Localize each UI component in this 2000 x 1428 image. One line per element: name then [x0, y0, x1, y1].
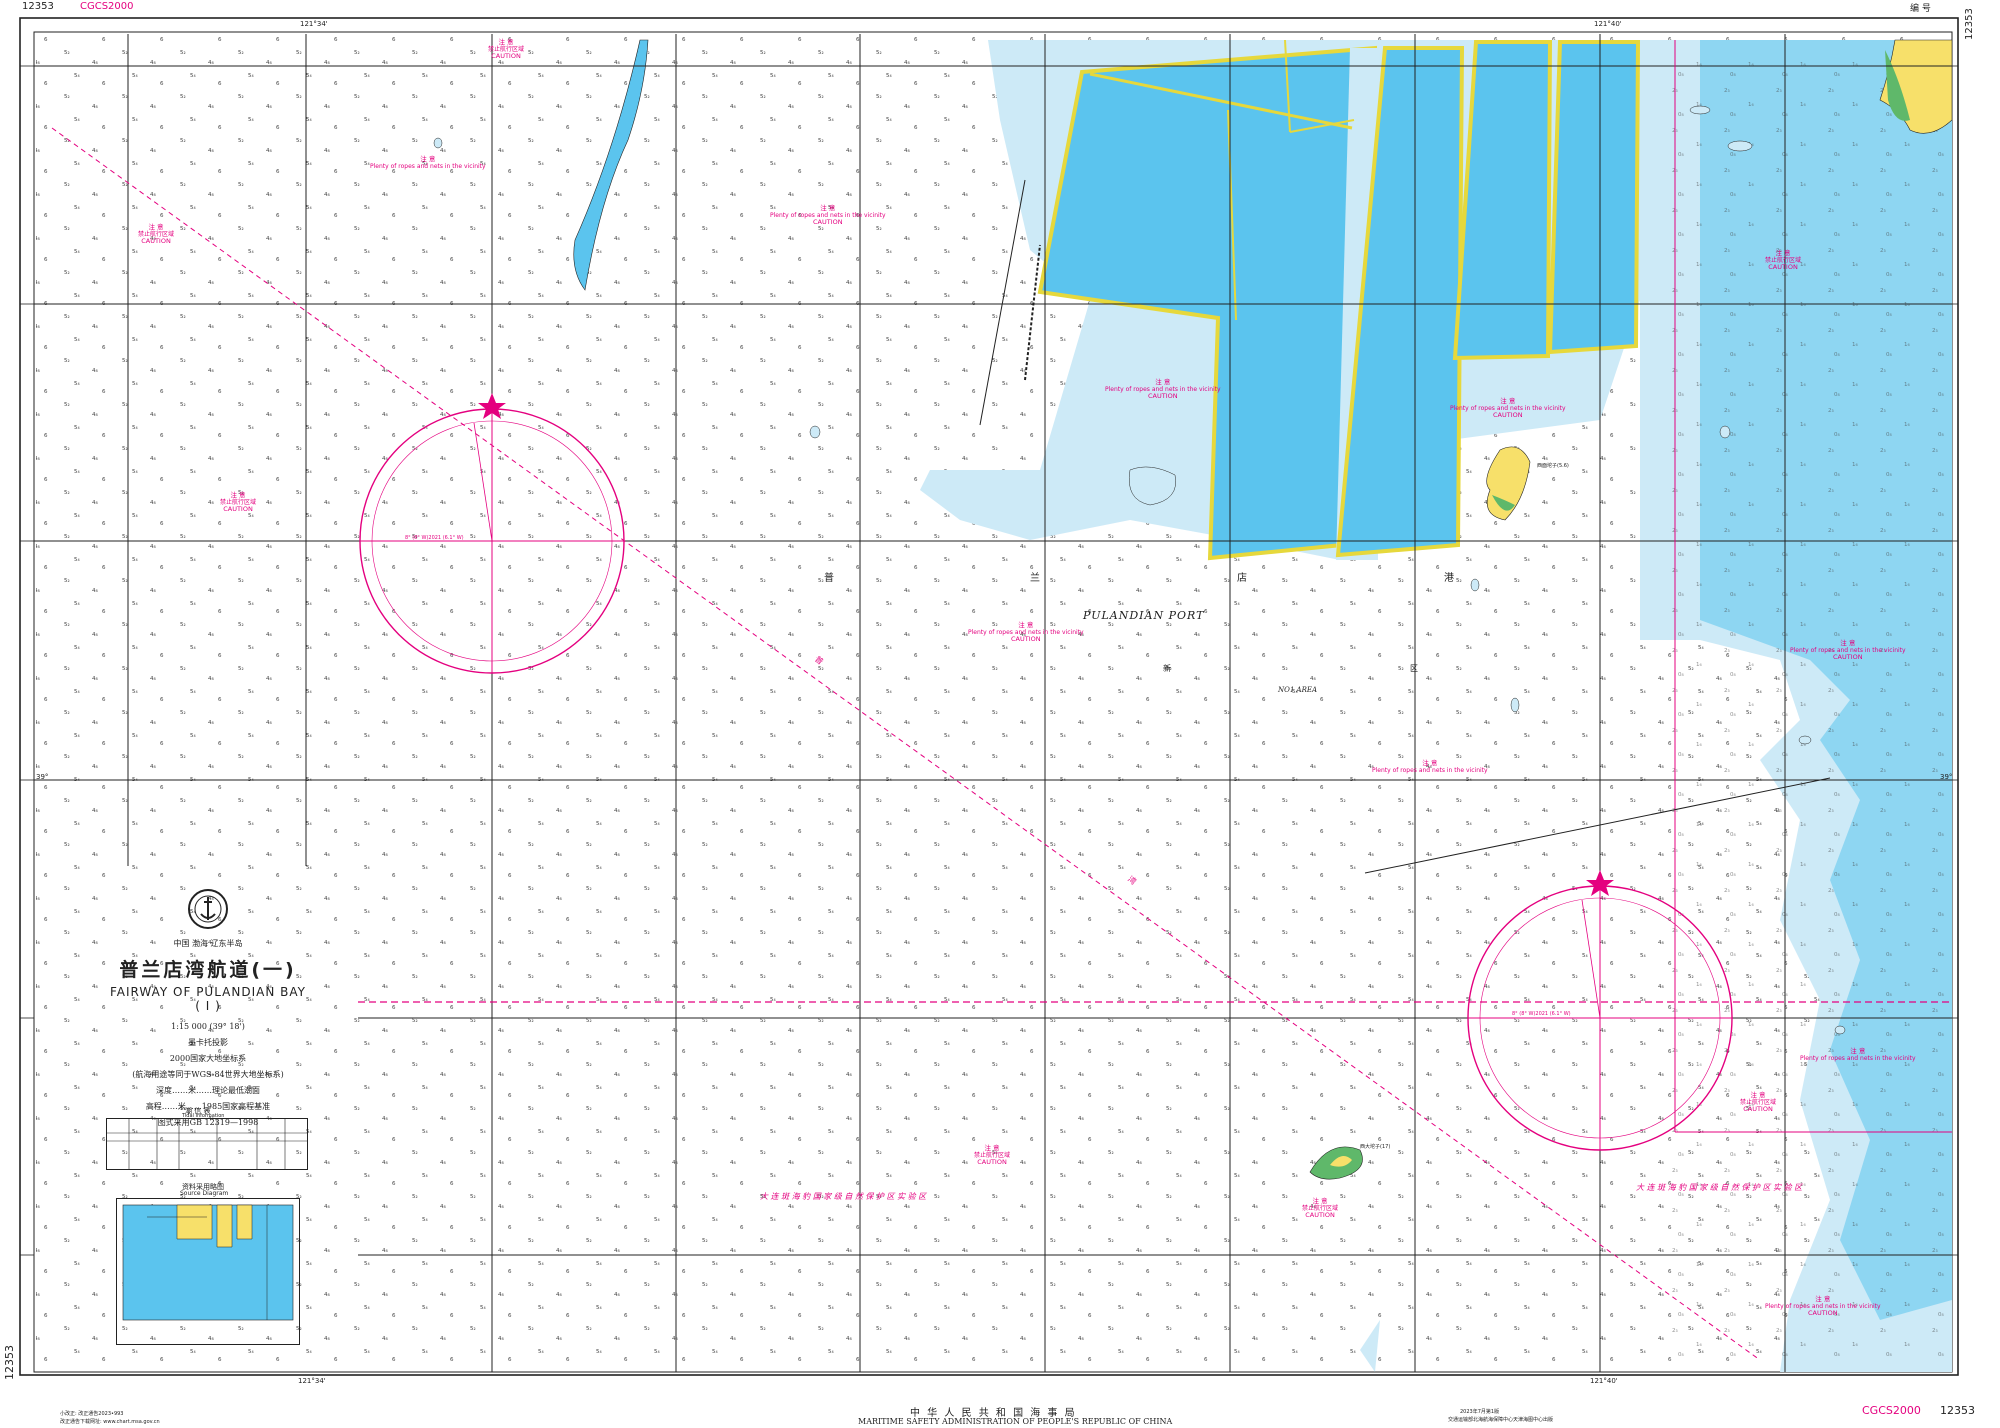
lon-label-right-bottom: 121°40' [1590, 1377, 1618, 1385]
caution-note-8: 注 意禁止航行区域 CAUTION [1765, 249, 1802, 271]
area-label-cn-1: 新 [1163, 664, 1171, 673]
lat-label-left: 39° [36, 773, 49, 781]
caution-note-11: 注 意 Plenty of ropes and nets in the vicin… [1790, 639, 1906, 661]
caution-note-16: 注 意 Plenty of ropes and nets in the vicin… [1765, 1295, 1881, 1317]
chart-number-bottom: 12353 [1940, 1404, 1975, 1417]
port-label-cn-4: 港 [1444, 573, 1454, 584]
title-depth: 深度……米……理论最低潮面 [156, 1086, 260, 1095]
serial-label: 编 号 [1910, 4, 1931, 14]
footer-note-left-2: 改正通告下载网址: www.chart.msa.gov.cn [60, 1419, 160, 1425]
lon-label-left: 121°34' [300, 20, 328, 28]
reserve-label-right: 大 连 斑 海 豹 国 家 级 自 然 保 护 区 实 验 区 [1636, 1183, 1803, 1192]
caution-note-12: 注 意禁止航行区域 CAUTION [974, 1144, 1011, 1166]
lon-label-right: 121°40' [1594, 20, 1622, 28]
caution-note-1: 注 意禁止航行区域 CAUTION [488, 38, 525, 60]
source-diagram-subtitle: Source Diagram [180, 1190, 229, 1197]
chart-number-right: 12353 [1964, 8, 1975, 40]
footer-note-right: 交通运输部北海航海保障中心天津海图中心出版 [1448, 1417, 1554, 1423]
caution-note-10: 注 意 Plenty of ropes and nets in the vicin… [1372, 759, 1488, 775]
compass-var-right: 8° (8° W)2021 (6.1° W) [1512, 1011, 1571, 1017]
nautical-chart: 5₂ 4₈ 5₄ 6 2₃ 1₆ 0₈ [19, 17, 1959, 1376]
caution-note-14: 注 意禁止航行区域 CAUTION [1740, 1091, 1777, 1113]
caution-note-9: 注 意 Plenty of ropes and nets in the vicin… [968, 621, 1084, 643]
port-label-en: PULANDIAN PORT [1083, 609, 1205, 622]
caution-note-3: 注 意禁止航行区域 CAUTION [138, 223, 175, 245]
chart-number-top: 12353 [22, 1, 54, 12]
caution-note-13: 注 意禁止航行区域 CAUTION [1302, 1197, 1339, 1219]
caution-note-7: 注 意 Plenty of ropes and nets in the vicin… [1450, 397, 1566, 419]
island-label-east: 西面坨子(5.6) [1537, 463, 1569, 469]
title-region: 中国 渤海 辽东半岛 [173, 939, 243, 948]
title-block: 中国 渤海 辽东半岛 普兰店湾航道(一) FAIRWAY OF PULANDIA… [108, 889, 308, 1131]
port-label-cn-2: 兰 [1030, 573, 1040, 584]
datum-label-bottom: CGCS2000 [1862, 1404, 1921, 1417]
msa-emblem-icon [188, 889, 228, 929]
pond-5 [1547, 40, 1641, 355]
title-projection: 墨卡托投影 [188, 1038, 228, 1047]
caution-note-6: 注 意 Plenty of ropes and nets in the vicin… [1105, 378, 1221, 400]
port-label-cn-1: 普 [824, 573, 834, 584]
lon-label-left-bottom: 121°34' [298, 1377, 326, 1385]
footer-note-left-1: 小改正: 改正通告2023•993 [60, 1411, 124, 1417]
caution-note-15: 注 意 Plenty of ropes and nets in the vicin… [1800, 1047, 1916, 1063]
title-datum-note: (航海用途等同于WGS-84世界大地坐标系) [132, 1070, 284, 1079]
title-datum: 2000国家大地坐标系 [169, 1054, 247, 1063]
edition-note: 2023年7月第1版 [1460, 1409, 1500, 1415]
area-label-cn-2: 区 [1410, 664, 1418, 673]
publisher-en: MARITIME SAFETY ADMINISTRATION OF PEOPLE… [858, 1417, 1173, 1426]
area-label-en: NO1 AREA [1278, 686, 1318, 694]
tide-table [106, 1118, 308, 1170]
caution-note-5: 注 意禁止航行区域 CAUTION [220, 491, 257, 513]
caution-note-4: 注 意 Plenty of ropes and nets in the vicin… [770, 204, 886, 226]
caution-note-2: 注 意 Plenty of ropes and nets in the vicin… [370, 155, 486, 171]
compass-var-left: 8° (8° W)2021 (6.1° W) [405, 535, 464, 541]
title-cn: 普兰店湾航道(一) [119, 959, 297, 981]
datum-label-top: CGCS2000 [80, 1, 134, 12]
source-diagram [116, 1198, 300, 1345]
reserve-label-left: 大 连 斑 海 豹 国 家 级 自 然 保 护 区 实 验 区 [760, 1192, 927, 1201]
port-label-cn-3: 店 [1237, 573, 1247, 584]
chart-number-left: 12353 [3, 1345, 16, 1380]
title-en: FAIRWAY OF PULANDIAN BAY ( I ) [110, 985, 306, 1013]
lat-label-right: 39° [1940, 773, 1953, 781]
title-scale: 1:15 000 (39° 18') [171, 1022, 245, 1031]
island-label-south: 西大坨子(17) [1360, 1144, 1391, 1150]
